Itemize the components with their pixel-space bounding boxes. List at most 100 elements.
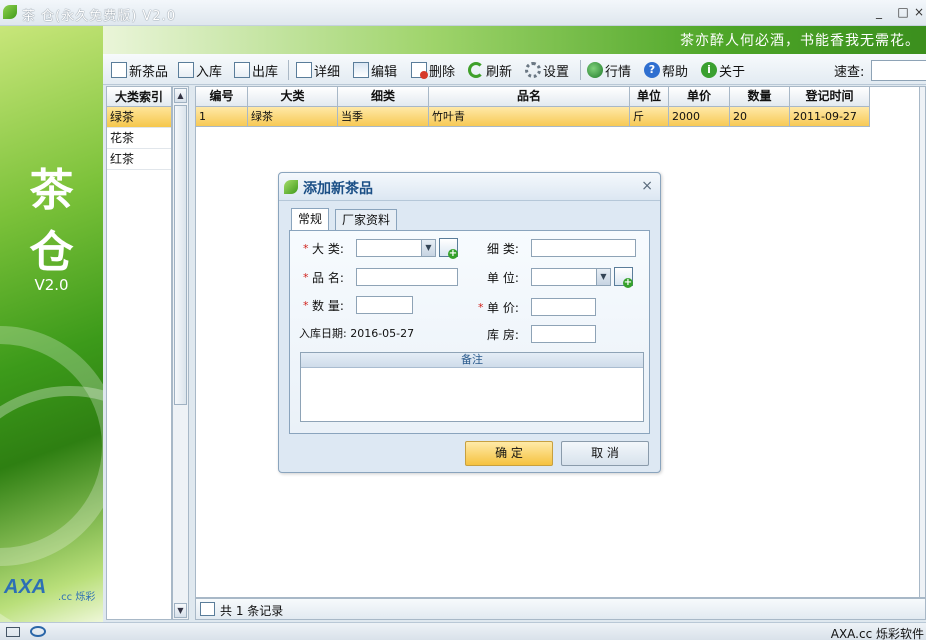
category-item-green-tea[interactable]: 绿茶 [107, 107, 171, 128]
chevron-down-icon[interactable]: ▼ [421, 240, 435, 256]
search-label: 速查: [834, 64, 865, 80]
brand-suffix: .cc 烁彩 [58, 592, 96, 603]
unit-label: 单 位: [487, 271, 519, 285]
column-header-subcategory[interactable]: 细类 [338, 87, 429, 107]
eye-icon[interactable] [30, 626, 46, 637]
stock-in-icon [178, 62, 194, 78]
column-header-id[interactable]: 编号 [196, 87, 248, 107]
help-label: 帮助 [662, 64, 689, 80]
dialog-title: 添加新茶品 [303, 181, 373, 197]
about-button[interactable]: i 关于 [701, 60, 745, 80]
edit-icon [353, 62, 369, 78]
table-scrollbar[interactable] [919, 87, 925, 597]
minimize-button[interactable]: _ [870, 4, 888, 20]
version-label: V2.0 [34, 276, 69, 294]
market-label: 行情 [605, 64, 632, 80]
category-item-scented-tea[interactable]: 花茶 [107, 128, 171, 149]
category-list-header: 大类索引 [107, 87, 171, 107]
cancel-button[interactable]: 取 消 [561, 441, 649, 466]
edit-label: 编辑 [371, 64, 398, 80]
stock-out-icon [234, 62, 250, 78]
chart-icon[interactable] [200, 602, 215, 616]
delete-icon [411, 62, 428, 79]
table-row[interactable]: 1 绿茶 当季 竹叶青 斤 2000 20 2011-09-27 [196, 107, 870, 127]
mail-icon[interactable] [6, 627, 20, 637]
cell-category: 绿茶 [248, 107, 338, 127]
category-list: 大类索引 绿茶 花茶 红茶 [106, 86, 172, 620]
confirm-button[interactable]: 确 定 [465, 441, 553, 466]
stock-in-date: 入库日期: 2016-05-27 [299, 327, 415, 340]
title-bar: 茶 仓(永久免费版) V2.0 _ □ × [0, 0, 926, 26]
cell-name: 竹叶青 [429, 107, 630, 127]
subcategory-label: 细 类: [487, 242, 519, 256]
scroll-up-icon[interactable]: ▲ [174, 88, 187, 103]
column-header-unit[interactable]: 单位 [630, 87, 669, 107]
category-select[interactable]: ▼ [356, 239, 436, 257]
cell-quantity: 20 [730, 107, 790, 127]
info-icon: i [701, 62, 717, 78]
table-status-bar: 共 1 条记录 [195, 598, 926, 620]
notes-box[interactable]: 备注 [300, 352, 644, 422]
stock-out-button[interactable]: 出库 [234, 60, 278, 80]
search-input[interactable] [871, 60, 926, 81]
delete-label: 删除 [429, 64, 456, 80]
new-document-icon [111, 62, 127, 78]
stock-out-label: 出库 [252, 64, 279, 80]
subcategory-field[interactable] [531, 239, 636, 257]
category-label: 大 类: [312, 242, 344, 256]
required-mark: * [478, 301, 484, 314]
scroll-thumb[interactable] [174, 105, 187, 405]
quantity-field[interactable] [356, 296, 413, 314]
add-tea-dialog: 添加新茶品 × 常规 厂家资料 * 大 类: ▼ 细 类: * 品 名: 单 位… [278, 172, 661, 473]
globe-icon [587, 62, 603, 78]
cell-subcategory: 当季 [338, 107, 429, 127]
refresh-button[interactable]: 刷新 [468, 60, 512, 80]
notes-header: 备注 [301, 353, 643, 368]
gear-icon [525, 62, 541, 78]
footer-brand: AXA.cc 烁彩软件 [830, 627, 924, 640]
new-item-label: 新茶品 [129, 64, 169, 80]
help-button[interactable]: ? 帮助 [644, 60, 688, 80]
column-header-category[interactable]: 大类 [248, 87, 338, 107]
category-item-black-tea[interactable]: 红茶 [107, 149, 171, 170]
new-item-button[interactable]: 新茶品 [111, 60, 168, 80]
column-header-quantity[interactable]: 数量 [730, 87, 790, 107]
window-title: 茶 仓(永久免费版) V2.0 [22, 9, 176, 24]
cell-id: 1 [196, 107, 248, 127]
column-header-price[interactable]: 单价 [669, 87, 730, 107]
unit-select[interactable]: ▼ [531, 268, 611, 286]
column-header-date[interactable]: 登记时间 [790, 87, 870, 107]
category-scrollbar[interactable]: ▲ ▼ [172, 86, 189, 620]
edit-button[interactable]: 编辑 [353, 60, 397, 80]
toolbar-separator [580, 60, 581, 80]
header-banner: 茶亦醉人何必酒，书能香我无需花。 [103, 26, 926, 54]
toolbar: 新茶品 入库 出库 详细 编辑 删除 刷新 设置 行情 ? 帮助 i 关于 速查… [103, 54, 926, 85]
market-button[interactable]: 行情 [587, 60, 631, 80]
close-button[interactable]: × [910, 4, 926, 20]
settings-button[interactable]: 设置 [525, 60, 569, 80]
name-field[interactable] [356, 268, 458, 286]
add-category-icon[interactable] [439, 238, 458, 259]
cell-date: 2011-09-27 [790, 107, 870, 127]
column-header-name[interactable]: 品名 [429, 87, 630, 107]
refresh-icon [468, 62, 484, 78]
brand-logo: AXA [4, 576, 47, 598]
dialog-header[interactable]: 添加新茶品 × [279, 173, 660, 201]
tab-general[interactable]: 常规 [291, 208, 330, 231]
stock-in-label: 入库 [196, 64, 223, 80]
tab-manufacturer[interactable]: 厂家资料 [335, 209, 398, 231]
details-button[interactable]: 详细 [296, 60, 340, 80]
scroll-down-icon[interactable]: ▼ [174, 603, 187, 618]
delete-button[interactable]: 删除 [411, 60, 455, 80]
chevron-down-icon[interactable]: ▼ [596, 269, 610, 285]
leaf-icon [284, 180, 298, 194]
price-field[interactable] [531, 298, 596, 316]
add-unit-icon[interactable] [614, 267, 633, 288]
toolbar-separator [288, 60, 289, 80]
dialog-close-icon[interactable]: × [641, 178, 653, 194]
general-tab-panel: * 大 类: ▼ 细 类: * 品 名: 单 位: ▼ * 数 量: * 单 价… [289, 230, 650, 434]
details-label: 详细 [314, 64, 341, 80]
stock-in-button[interactable]: 入库 [178, 60, 222, 80]
warehouse-field[interactable] [531, 325, 596, 343]
settings-label: 设置 [543, 64, 570, 80]
